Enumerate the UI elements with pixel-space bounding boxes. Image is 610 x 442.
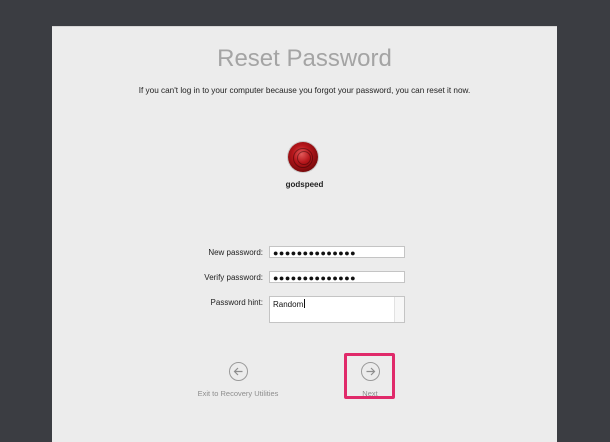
- password-hint-label: Password hint:: [210, 298, 263, 307]
- verify-password-field[interactable]: ●●●●●●●●●●●●●●: [269, 271, 405, 283]
- rose-petal-outer: [293, 148, 313, 168]
- user-name: godspeed: [285, 180, 324, 189]
- new-password-label: New password:: [208, 248, 263, 257]
- exit-to-recovery-button[interactable]: Exit to Recovery Utilities: [188, 362, 288, 398]
- exit-to-recovery-label: Exit to Recovery Utilities: [197, 389, 279, 398]
- password-hint-text: Random: [273, 300, 304, 309]
- verify-password-label: Verify password:: [204, 273, 263, 282]
- text-caret: [304, 299, 306, 308]
- reset-password-panel: Reset Password If you can't log in to yo…: [52, 26, 557, 442]
- page-subtitle: If you can't log in to your computer bec…: [138, 86, 471, 95]
- user-avatar: [288, 142, 318, 172]
- next-button-highlight: [344, 353, 395, 399]
- password-hint-field[interactable]: Random: [269, 296, 405, 323]
- new-password-field[interactable]: ●●●●●●●●●●●●●●: [269, 246, 405, 258]
- page-title: Reset Password: [217, 45, 392, 72]
- back-arrow-icon: [228, 362, 248, 381]
- hint-scrollbar[interactable]: [394, 297, 404, 322]
